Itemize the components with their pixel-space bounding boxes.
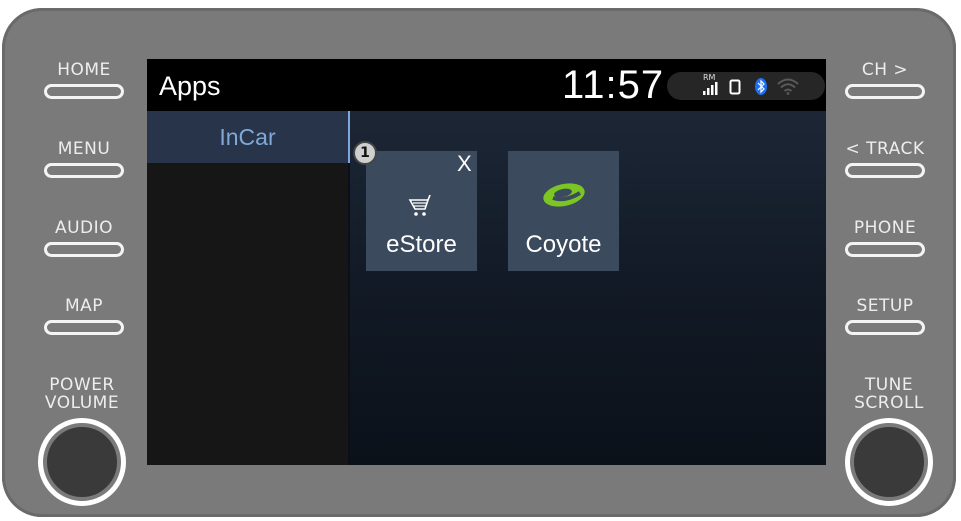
status-bar: Apps 11:57 RM bbox=[147, 59, 826, 111]
wifi-icon bbox=[777, 78, 799, 95]
power-volume-knob-inner bbox=[43, 423, 121, 501]
sidebar-divider bbox=[348, 111, 350, 465]
audio-button[interactable]: AUDIO bbox=[39, 218, 129, 258]
clock: 11:57 bbox=[562, 63, 665, 107]
sidebar: InCar bbox=[147, 111, 348, 465]
channel-next-pill bbox=[845, 84, 925, 99]
page-title: Apps bbox=[159, 71, 221, 101]
power-label: POWER bbox=[49, 375, 115, 395]
app-tile-coyote[interactable]: Coyote bbox=[508, 151, 619, 271]
power-volume-knob[interactable] bbox=[38, 418, 126, 506]
signal-icon bbox=[703, 82, 718, 95]
sidebar-item-label: InCar bbox=[219, 124, 276, 150]
bluetooth-icon bbox=[755, 78, 767, 95]
phone-battery-icon bbox=[729, 79, 741, 95]
home-button-pill bbox=[44, 84, 124, 99]
menu-button[interactable]: MENU bbox=[39, 139, 129, 179]
display-screen: Apps 11:57 RM InCar eStore 1 X Coyote bbox=[147, 59, 826, 465]
track-previous-pill bbox=[845, 163, 925, 178]
menu-button-pill bbox=[44, 163, 124, 178]
track-previous-button[interactable]: < TRACK bbox=[840, 139, 930, 179]
scroll-label: SCROLL bbox=[854, 393, 924, 413]
map-button-pill bbox=[44, 320, 124, 335]
app-tile-label: Coyote bbox=[525, 231, 602, 258]
power-volume-label: POWER VOLUME bbox=[27, 376, 137, 412]
phone-button-label: PHONE bbox=[853, 218, 917, 238]
map-button[interactable]: MAP bbox=[39, 296, 129, 336]
setup-button-label: SETUP bbox=[856, 296, 914, 316]
volume-label: VOLUME bbox=[44, 393, 120, 413]
setup-button[interactable]: SETUP bbox=[840, 296, 930, 336]
home-button-label: HOME bbox=[57, 60, 111, 80]
tune-scroll-knob[interactable] bbox=[845, 418, 933, 506]
status-icons: RM bbox=[667, 72, 825, 100]
notification-badge: 1 bbox=[353, 141, 377, 165]
app-tile-label: eStore bbox=[386, 231, 457, 258]
menu-button-label: MENU bbox=[57, 139, 111, 159]
channel-next-label: CH > bbox=[861, 60, 909, 80]
channel-next-button[interactable]: CH > bbox=[840, 60, 930, 100]
coyote-logo-icon bbox=[543, 183, 585, 207]
sidebar-item-incar[interactable]: InCar bbox=[147, 111, 348, 163]
phone-button-pill bbox=[845, 242, 925, 257]
tune-scroll-label: TUNE SCROLL bbox=[834, 376, 944, 412]
shopping-cart-icon bbox=[408, 195, 431, 216]
home-button[interactable]: HOME bbox=[39, 60, 129, 100]
phone-button[interactable]: PHONE bbox=[840, 218, 930, 258]
track-previous-label: < TRACK bbox=[845, 139, 925, 159]
map-button-label: MAP bbox=[64, 296, 104, 316]
close-icon[interactable]: X bbox=[457, 151, 472, 177]
audio-button-pill bbox=[44, 242, 124, 257]
sidebar-divider-accent bbox=[348, 111, 350, 163]
setup-button-pill bbox=[845, 320, 925, 335]
audio-button-label: AUDIO bbox=[54, 218, 114, 238]
tune-label: TUNE bbox=[864, 375, 914, 395]
tune-scroll-knob-inner bbox=[850, 423, 928, 501]
